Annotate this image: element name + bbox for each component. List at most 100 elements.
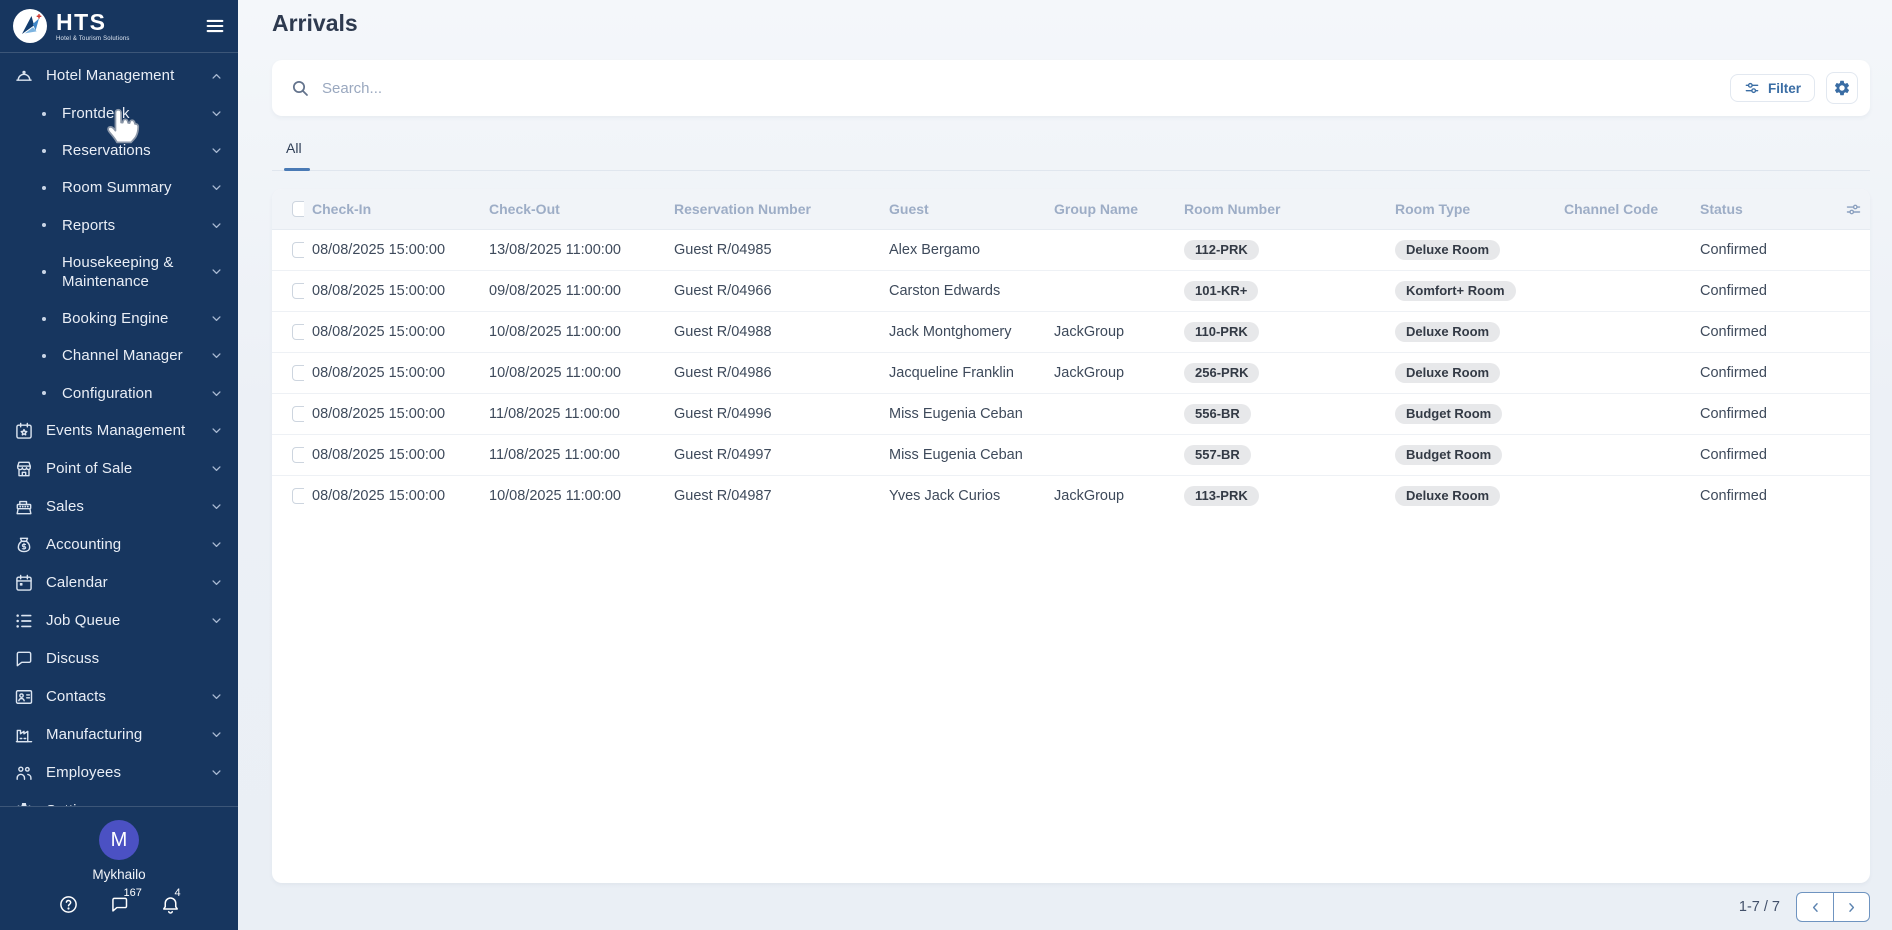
cell-check-out: 10/08/2025 11:00:00: [481, 353, 666, 394]
column-header-room-number[interactable]: Room Number: [1176, 189, 1387, 230]
row-checkbox[interactable]: [292, 488, 304, 504]
sidebar-item-employees[interactable]: Employees: [10, 754, 228, 792]
cell-reservation-number: Guest R/04996: [666, 394, 881, 435]
sidebar-item-label: Reservations: [62, 141, 209, 160]
table-row[interactable]: 08/08/2025 15:00:0010/08/2025 11:00:00Gu…: [272, 312, 1870, 353]
column-header-room-type[interactable]: Room Type: [1387, 189, 1556, 230]
sidebar-item-label: Events Management: [46, 421, 209, 440]
bullet-icon: [42, 223, 46, 227]
sidebar-item-calendar[interactable]: Calendar: [10, 564, 228, 602]
sidebar-item-booking-engine[interactable]: Booking Engine: [10, 300, 228, 337]
sidebar-item-discuss[interactable]: Discuss: [10, 640, 228, 678]
chevron-down-icon: [209, 218, 224, 233]
cell-room-type: Budget Room: [1387, 394, 1556, 435]
row-checkbox[interactable]: [292, 406, 304, 422]
cell-check-out: 13/08/2025 11:00:00: [481, 230, 666, 271]
sidebar-item-channel-manager[interactable]: Channel Manager: [10, 337, 228, 374]
sidebar-item-room-summary[interactable]: Room Summary: [10, 169, 228, 206]
prev-page-button[interactable]: [1796, 892, 1833, 922]
sidebar-item-label: Frontdesk: [62, 104, 209, 123]
chevron-up-icon: [209, 69, 224, 84]
table-body: 08/08/2025 15:00:0013/08/2025 11:00:00Gu…: [272, 230, 1870, 517]
room-number-badge: 101-KR+: [1184, 281, 1258, 301]
sidebar-item-job-queue[interactable]: Job Queue: [10, 602, 228, 640]
column-sliders-icon[interactable]: [1845, 201, 1862, 218]
column-header-status[interactable]: Status: [1692, 189, 1792, 230]
sidebar-item-label: Sales: [46, 497, 209, 516]
sidebar-item-settings[interactable]: Settings: [10, 792, 228, 806]
row-checkbox[interactable]: [292, 447, 304, 463]
cell-room-type: Deluxe Room: [1387, 353, 1556, 394]
sidebar-item-label: Room Summary: [62, 178, 209, 197]
logo-row: HTS Hotel & Tourism Solutions: [0, 0, 238, 52]
sidebar-item-point-of-sale[interactable]: Point of Sale: [10, 450, 228, 488]
sidebar-item-events-management[interactable]: Events Management: [10, 412, 228, 450]
next-page-button[interactable]: [1833, 892, 1870, 922]
avatar[interactable]: M: [99, 820, 139, 860]
column-header-check-out[interactable]: Check-Out: [481, 189, 666, 230]
table-row[interactable]: 08/08/2025 15:00:0011/08/2025 11:00:00Gu…: [272, 435, 1870, 476]
cell-guest: Miss Eugenia Ceban: [881, 435, 1046, 476]
main-content: Arrivals Filter All Check-InCheck-OutRes…: [238, 0, 1892, 930]
chevron-down-icon: [209, 386, 224, 401]
bullet-icon: [42, 186, 46, 190]
cell-check-in: 08/08/2025 15:00:00: [304, 271, 481, 312]
menu-icon[interactable]: [204, 15, 226, 37]
sidebar-item-manufacturing[interactable]: Manufacturing: [10, 716, 228, 754]
cell-channel-code: [1556, 353, 1692, 394]
sidebar-item-hotel-management[interactable]: Hotel Management: [10, 57, 228, 95]
cell-room-type: Komfort+ Room: [1387, 271, 1556, 312]
column-header-check-in[interactable]: Check-In: [304, 189, 481, 230]
help-icon[interactable]: [58, 894, 79, 915]
sidebar-item-housekeeping-maintenance[interactable]: Housekeeping & Maintenance: [10, 244, 228, 300]
room-number-badge: 256-PRK: [1184, 363, 1259, 383]
cell-reservation-number: Guest R/04985: [666, 230, 881, 271]
sidebar-item-label: Manufacturing: [46, 725, 209, 744]
sidebar-item-contacts[interactable]: Contacts: [10, 678, 228, 716]
table-row[interactable]: 08/08/2025 15:00:0010/08/2025 11:00:00Gu…: [272, 476, 1870, 517]
cash-register-icon: [14, 497, 34, 517]
view-settings-button[interactable]: [1826, 72, 1858, 104]
sidebar-item-reservations[interactable]: Reservations: [10, 132, 228, 169]
contact-card-icon: [14, 687, 34, 707]
select-all-checkbox[interactable]: [292, 201, 304, 217]
sidebar-item-label: Contacts: [46, 687, 209, 706]
cell-status: Confirmed: [1692, 435, 1792, 476]
sidebar-item-reports[interactable]: Reports: [10, 207, 228, 244]
row-checkbox[interactable]: [292, 242, 304, 258]
sidebar-item-accounting[interactable]: Accounting: [10, 526, 228, 564]
tab-all[interactable]: All: [273, 128, 315, 170]
search-input[interactable]: [322, 80, 1730, 97]
row-checkbox[interactable]: [292, 365, 304, 381]
column-header-channel-code[interactable]: Channel Code: [1556, 189, 1692, 230]
column-header-reservation-number[interactable]: Reservation Number: [666, 189, 881, 230]
calendar-star-icon: [14, 421, 34, 441]
chevron-down-icon: [209, 537, 224, 552]
people-icon: [14, 763, 34, 783]
table-row[interactable]: 08/08/2025 15:00:0013/08/2025 11:00:00Gu…: [272, 230, 1870, 271]
sidebar-item-configuration[interactable]: Configuration: [10, 375, 228, 412]
table-row[interactable]: 08/08/2025 15:00:0011/08/2025 11:00:00Gu…: [272, 394, 1870, 435]
footer-icons: 1674: [0, 894, 238, 915]
cell-channel-code: [1556, 394, 1692, 435]
cell-room-type: Budget Room: [1387, 435, 1556, 476]
chevron-down-icon: [209, 423, 224, 438]
notifications-icon[interactable]: 4: [160, 894, 181, 915]
hts-logo-icon: [12, 8, 48, 44]
messages-icon[interactable]: 167: [109, 894, 130, 915]
cell-check-in: 08/08/2025 15:00:00: [304, 312, 481, 353]
sidebar-item-sales[interactable]: Sales: [10, 488, 228, 526]
filter-button[interactable]: Filter: [1730, 74, 1815, 102]
row-checkbox[interactable]: [292, 324, 304, 340]
sidebar-item-frontdesk[interactable]: Frontdesk: [10, 95, 228, 132]
table-row[interactable]: 08/08/2025 15:00:0009/08/2025 11:00:00Gu…: [272, 271, 1870, 312]
column-header-guest[interactable]: Guest: [881, 189, 1046, 230]
column-header-group-name[interactable]: Group Name: [1046, 189, 1176, 230]
search-bar: Filter: [272, 60, 1870, 116]
bullet-icon: [42, 149, 46, 153]
chevron-down-icon: [209, 765, 224, 780]
row-checkbox[interactable]: [292, 283, 304, 299]
table-row[interactable]: 08/08/2025 15:00:0010/08/2025 11:00:00Gu…: [272, 353, 1870, 394]
bullet-icon: [42, 391, 46, 395]
cell-actions: [1792, 271, 1870, 312]
